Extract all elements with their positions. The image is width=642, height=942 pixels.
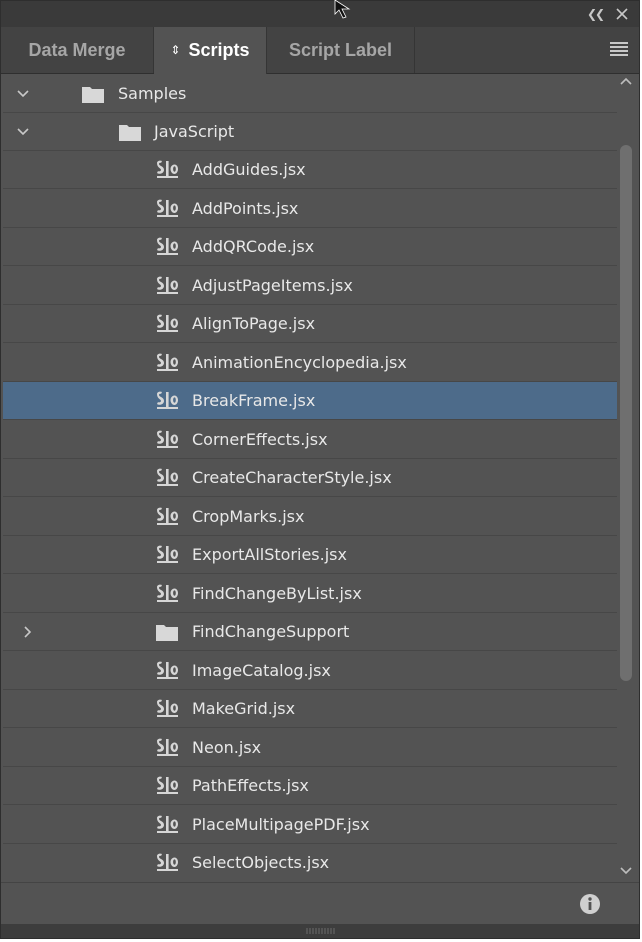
tree-label: MakeGrid.jsx (192, 699, 296, 718)
script-icon (155, 236, 179, 258)
script-row[interactable]: AlignToPage.jsx (3, 305, 617, 343)
script-icon (155, 352, 179, 374)
chevron-right-icon[interactable] (20, 624, 34, 638)
script-icon (155, 467, 179, 489)
script-row[interactable]: Neon.jsx (3, 729, 617, 767)
script-row[interactable]: BreakFrame.jsx (3, 382, 617, 420)
script-row[interactable]: ExportAllStories.jsx (3, 536, 617, 574)
script-icon (155, 737, 179, 759)
chevron-down-icon[interactable] (16, 124, 30, 138)
script-icon (155, 544, 179, 566)
script-row[interactable]: AddPoints.jsx (3, 190, 617, 228)
scripts-panel: ❮❮ Data Merge ⇕ Scripts Script Label Samp… (0, 0, 640, 939)
tree-row-samples[interactable]: Samples (3, 75, 617, 113)
folder-icon (119, 125, 141, 141)
tree-label: FindChangeByList.jsx (192, 583, 362, 603)
mouse-cursor-icon (334, 0, 351, 19)
script-icon (155, 852, 179, 874)
script-icon (155, 775, 179, 797)
script-icon (155, 159, 179, 181)
tree-label: ExportAllStories.jsx (192, 545, 347, 564)
panel-footer (1, 882, 639, 927)
script-row[interactable]: PathEffects.jsx (3, 767, 617, 805)
tree-label: AddQRCode.jsx (192, 237, 315, 256)
tab-scripts[interactable]: ⇕ Scripts (154, 27, 267, 74)
tab-label: Scripts (188, 40, 250, 60)
script-row[interactable]: ImageCatalog.jsx (3, 652, 617, 690)
script-row[interactable]: CornerEffects.jsx (3, 421, 617, 459)
script-icon (155, 429, 179, 451)
scrollbar-thumb[interactable] (620, 145, 632, 681)
tree-label: AddPoints.jsx (192, 198, 299, 218)
script-row[interactable]: SelectObjects.jsx (3, 844, 617, 881)
script-tree[interactable]: Samples JavaScript AddGuides.jsx AddPoint… (3, 75, 617, 881)
tab-bar: Data Merge ⇕ Scripts Script Label (1, 27, 639, 74)
tree-label: CropMarks.jsx (192, 506, 305, 526)
folder-icon (82, 87, 104, 103)
chevron-down-icon[interactable] (16, 86, 30, 100)
script-icon (155, 313, 179, 335)
resize-bar[interactable] (1, 924, 639, 938)
script-icon (155, 583, 179, 605)
tab-label: Data Merge (28, 40, 126, 60)
tree-label: CreateCharacterStyle.jsx (192, 468, 392, 487)
tree-label: CornerEffects.jsx (192, 429, 328, 449)
tree-label: BreakFrame.jsx (192, 391, 316, 410)
collapse-panel-icon[interactable]: ❮❮ (585, 5, 605, 23)
tree-label: Samples (118, 84, 187, 103)
tab-label: Script Label (288, 40, 393, 60)
script-icon (155, 390, 179, 412)
scrollbar[interactable] (618, 75, 634, 881)
scroll-up-arrow-icon[interactable] (619, 75, 633, 87)
tree-label: AddGuides.jsx (192, 160, 306, 179)
script-row[interactable]: AddGuides.jsx (3, 151, 617, 189)
tree-label: SelectObjects.jsx (192, 853, 330, 872)
tree-label: JavaScript (154, 122, 235, 141)
script-row[interactable]: AdjustPageItems.jsx (3, 267, 617, 305)
script-row[interactable]: PlaceMultipagePDF.jsx (3, 806, 617, 844)
tree-label: PlaceMultipagePDF.jsx (192, 814, 370, 834)
script-row[interactable]: AddQRCode.jsx (3, 228, 617, 266)
info-icon[interactable] (579, 893, 601, 915)
script-icon (155, 698, 179, 720)
folder-icon (155, 621, 179, 643)
tab-data-merge[interactable]: Data Merge (1, 27, 154, 73)
script-row[interactable]: AnimationEncyclopedia.jsx (3, 344, 617, 382)
script-icon (155, 275, 179, 297)
scroll-down-arrow-icon[interactable] (619, 865, 633, 877)
tree-label: AdjustPageItems.jsx (192, 275, 353, 295)
tree-label: ImageCatalog.jsx (192, 660, 331, 680)
tree-label: Neon.jsx (192, 737, 262, 757)
script-icon (155, 814, 179, 836)
script-row[interactable]: CropMarks.jsx (3, 498, 617, 536)
tree-label: FindChangeSupport (192, 622, 350, 641)
script-icon (155, 660, 179, 682)
script-icon (155, 506, 179, 528)
sort-arrows-icon: ⇕ (170, 43, 181, 57)
script-icon (155, 198, 179, 220)
tab-script-label[interactable]: Script Label (267, 27, 415, 73)
panel-title-bar[interactable]: ❮❮ (1, 1, 639, 27)
tree-folder-row[interactable]: FindChangeSupport (3, 613, 617, 651)
tree-label: PathEffects.jsx (192, 776, 309, 795)
close-icon[interactable] (613, 5, 631, 23)
script-row[interactable]: FindChangeByList.jsx (3, 575, 617, 613)
tree-row-javascript[interactable]: JavaScript (3, 113, 617, 151)
script-row[interactable]: CreateCharacterStyle.jsx (3, 459, 617, 497)
tree-label: AlignToPage.jsx (192, 314, 316, 333)
resize-grip-icon[interactable] (305, 927, 337, 935)
tree-label: AnimationEncyclopedia.jsx (192, 352, 407, 372)
script-row[interactable]: MakeGrid.jsx (3, 690, 617, 728)
panel-menu-icon[interactable] (610, 42, 628, 56)
